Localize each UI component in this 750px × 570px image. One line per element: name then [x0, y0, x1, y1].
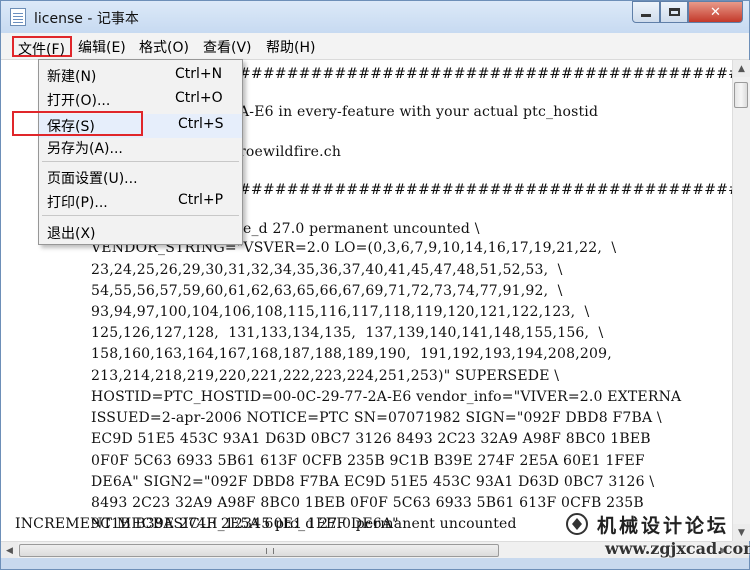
menu-item-save-as[interactable]: 另存为(A)... — [39, 136, 242, 158]
text-line: EC9D 51E5 453C 93A1 D63D 0BC7 3126 8493 … — [91, 431, 651, 447]
text-line: 158,160,163,164,167,168,187,188,189,190,… — [91, 346, 612, 362]
menu-item-open[interactable]: 打开(O)... Ctrl+O — [39, 88, 242, 110]
menu-help[interactable]: 帮助(H) — [266, 37, 315, 57]
window-title: license - 记事本 — [34, 11, 139, 27]
text-line: ########################################… — [239, 182, 732, 198]
text-line: 0F0F 5C63 6933 5B61 613F 0CFB 235B 9C1B … — [91, 453, 645, 469]
menu-item-label: 打印(P)... — [47, 195, 108, 211]
notepad-icon — [10, 8, 26, 26]
text-line: 125,126,127,128, 131,133,134,135, 137,13… — [91, 325, 604, 341]
menu-file[interactable]: 文件(F) — [12, 36, 72, 58]
menu-item-label: 页面设置(U)... — [47, 171, 138, 187]
window-bottom-edge — [1, 558, 749, 569]
maximize-icon — [668, 8, 680, 16]
text-line: 54,55,56,57,59,60,61,62,63,65,66,67,69,7… — [91, 283, 563, 299]
menu-edit[interactable]: 编辑(E) — [78, 37, 126, 57]
menu-item-shortcut: Ctrl+P — [178, 192, 224, 208]
text-line: roewildfire.ch — [239, 144, 342, 160]
menu-item-shortcut: Ctrl+N — [175, 66, 223, 82]
menu-bar: 文件(F) 编辑(E) 格式(O) 查看(V) 帮助(H) — [1, 33, 749, 60]
notepad-window: license - 记事本 ✕ 文件(F) 编辑(E) 格式(O) 查看(V) … — [0, 0, 750, 570]
text-line: 8493 2C23 32A9 A98F 8BC0 1BEB 0F0F 5C63 … — [91, 495, 644, 511]
menu-item-label: 打开(O)... — [47, 93, 111, 109]
grip-icon — [266, 548, 274, 554]
text-line: 93,94,97,100,104,106,108,115,116,117,118… — [91, 304, 590, 320]
menu-item-shortcut: Ctrl+S — [178, 116, 224, 132]
text-line: HOSTID=PTC_HOSTID=00-0C-29-77-2A-E6 vend… — [91, 389, 682, 405]
menu-separator — [42, 161, 239, 162]
text-line: A-E6 in every-feature with your actual p… — [239, 104, 599, 120]
menu-item-label: 新建(N) — [47, 69, 97, 85]
menu-item-new[interactable]: 新建(N) Ctrl+N — [39, 64, 242, 86]
menu-format[interactable]: 格式(O) — [139, 37, 189, 57]
minimize-button[interactable] — [632, 1, 660, 23]
text-line: INCREMENT MECBASICUI_12345 ptc_d 27.0 pe… — [15, 516, 517, 532]
close-button[interactable]: ✕ — [688, 1, 743, 23]
close-icon: ✕ — [710, 4, 721, 20]
menu-item-exit[interactable]: 退出(X) — [39, 221, 242, 243]
text-line: DE6A" SIGN2="092F DBD8 F7BA EC9D 51E5 45… — [91, 474, 655, 490]
vertical-scrollbar[interactable]: ▲ ▼ — [732, 60, 750, 541]
file-menu-dropdown: 新建(N) Ctrl+N 打开(O)... Ctrl+O 保存(S) Ctrl+… — [38, 59, 243, 245]
scroll-left-icon[interactable]: ◀ — [1, 542, 18, 559]
menu-item-label: 退出(X) — [47, 226, 96, 242]
horizontal-scroll-thumb[interactable] — [19, 544, 499, 557]
menu-item-print[interactable]: 打印(P)... Ctrl+P — [39, 190, 242, 212]
vertical-scroll-thumb[interactable] — [734, 82, 748, 108]
title-bar[interactable]: license - 记事本 ✕ — [1, 1, 749, 33]
text-line: e_d 27.0 permanent uncounted \ — [243, 221, 480, 237]
menu-item-shortcut: Ctrl+O — [175, 90, 223, 106]
menu-view[interactable]: 查看(V) — [203, 37, 252, 57]
watermark-name: 机械设计论坛 — [597, 515, 730, 537]
menu-item-page-setup[interactable]: 页面设置(U)... — [39, 166, 242, 188]
scroll-up-icon[interactable]: ▲ — [733, 60, 750, 77]
watermark-logo-icon — [566, 513, 588, 535]
minimize-icon — [641, 13, 651, 17]
save-highlight-box — [12, 111, 143, 136]
text-line: ISSUED=2-apr-2006 NOTICE=PTC SN=07071982… — [91, 410, 662, 426]
watermark-url: www.zgjxcad.com — [605, 539, 750, 558]
menu-item-label: 另存为(A)... — [47, 141, 123, 157]
text-line: ########################################… — [239, 66, 732, 82]
text-line: 213,214,218,219,220,221,222,223,224,251,… — [91, 368, 560, 384]
menu-separator — [42, 215, 239, 216]
text-line: 23,24,25,26,29,30,31,32,34,35,36,37,40,4… — [91, 262, 563, 278]
maximize-button[interactable] — [660, 1, 688, 23]
